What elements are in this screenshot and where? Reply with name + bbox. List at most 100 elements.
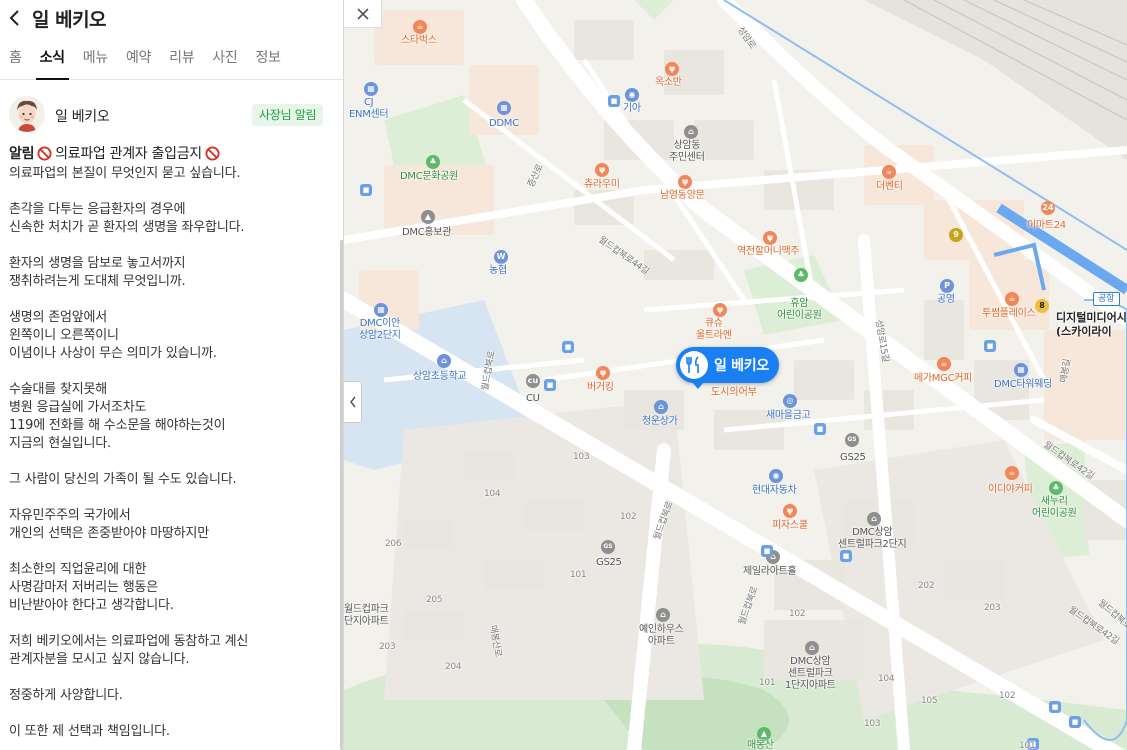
poi-label[interactable]: 상암동 주민센터 [669,140,705,164]
close-panel-button[interactable] [344,0,382,28]
car-pin-icon[interactable]: ◉ [625,88,639,102]
poi-label[interactable]: DMC이안 상암2단지 [359,318,401,342]
poi-label[interactable]: 청운상가 [642,416,678,428]
school-pin-icon[interactable]: ⌂ [437,354,451,368]
poi-label[interactable]: 남영동양문 [660,190,705,202]
poi-label[interactable]: 츄라우미 [584,179,620,191]
poi-label[interactable]: DMC홍보관 [402,227,451,239]
bus-stop-icon[interactable]: ■ [360,184,372,196]
poi-label[interactable]: 이디야커피 [988,484,1033,496]
building-pin-icon[interactable]: ⌂ [656,608,670,622]
poi-label[interactable]: 새누리 어린이공원 [1032,496,1077,520]
bus-stop-icon[interactable]: ■ [761,545,773,557]
subway-line-icon[interactable]: 8 [1035,299,1049,313]
poi-label[interactable]: 버거킹 [587,382,614,394]
poi-label[interactable]: DMC상암 센트럴파크2단지 [838,527,907,551]
car-pin-icon[interactable]: ◉ [769,469,783,483]
bar-pin-icon[interactable]: ψ [763,231,777,245]
shop-pin-icon[interactable]: ⌂ [654,400,668,414]
tab-photos[interactable]: 사진 [203,38,246,80]
parking-pin-icon[interactable]: P [940,279,954,293]
bank-pin-icon[interactable]: W [494,250,508,264]
convenience-pin-icon[interactable]: cu [526,374,540,388]
post-author-name[interactable]: 일 베키오 [55,106,110,126]
cafe-pin-icon[interactable]: ☕ [937,357,951,371]
convenience-pin-icon[interactable]: GS [601,540,615,554]
bus-stop-icon[interactable]: ■ [1049,701,1061,713]
poi-label[interactable]: 상암초등학교 [413,371,467,383]
cafe-pin-icon[interactable]: ☕ [413,20,427,34]
collapse-panel-button[interactable] [344,381,362,423]
bus-stop-icon[interactable]: ■ [608,95,620,107]
park-pin-icon[interactable]: ♣ [794,268,808,282]
poi-label[interactable]: 더벤티 [876,181,903,193]
poi-label[interactable]: 옥소반 [655,77,682,89]
mountain-pin-icon[interactable]: ▲ [757,727,771,741]
restaurant-pin-icon[interactable]: ψ [783,504,797,518]
poi-label[interactable]: 피자스쿨 [772,520,808,532]
tab-home[interactable]: 홈 [0,38,31,80]
poi-label[interactable]: 큐슈 울트라멘 [696,318,732,342]
selected-place-marker[interactable]: 일 베키오 [676,347,779,389]
poi-label[interactable]: DMC타워웨딩 [994,379,1052,391]
restaurant-pin-icon[interactable]: ψ [596,366,610,380]
tab-news[interactable]: 소식 [31,38,74,80]
poi-label[interactable]: DDMC [489,118,519,130]
poi-label[interactable]: 제일라아트홀 [743,566,797,578]
cafe-pin-icon[interactable]: ☕ [1005,466,1019,480]
park-pin-icon[interactable]: ♣ [426,155,440,169]
restaurant-pin-icon[interactable]: ψ [595,163,609,177]
bus-stop-icon[interactable]: ■ [814,423,826,435]
poi-label[interactable]: 메가MGC커피 [914,373,972,385]
poi-label[interactable]: DMC문화공원 [400,171,458,183]
avatar[interactable] [9,96,45,132]
poi-label[interactable]: 매봉산 [747,740,774,750]
bus-stop-icon[interactable]: ■ [544,379,556,391]
tab-info[interactable]: 정보 [246,38,289,80]
bus-stop-icon[interactable]: ■ [984,340,996,352]
convenience-pin-icon[interactable]: GS [845,433,859,447]
building-pin-icon[interactable]: ▦ [1014,363,1028,377]
marker-sub-label[interactable]: 도시의어부 [711,383,757,398]
cafe-pin-icon[interactable]: ☕ [1005,292,1019,306]
bus-stop-icon[interactable]: ■ [840,550,852,562]
poi-label[interactable]: 새마을금고 [766,410,811,422]
poi-label[interactable]: GS25 [596,557,622,569]
restaurant-pin-icon[interactable]: ψ [713,303,727,317]
tab-reviews[interactable]: 리뷰 [160,38,203,80]
poi-label[interactable]: 스타벅스 [401,35,437,47]
poi-label[interactable]: 월드컵파크 단지아파트 [344,604,389,628]
poi-label[interactable]: 휴암 어린이공원 [777,298,822,322]
building-pin-icon[interactable]: ⌂ [684,125,698,139]
cafe-pin-icon[interactable]: ☕ [882,165,896,179]
subway-line-icon[interactable]: 9 [949,228,963,242]
bank-pin-icon[interactable]: ◎ [783,394,797,408]
poi-label[interactable]: CJ ENM센터 [349,97,389,121]
bus-stop-icon[interactable]: ■ [562,341,574,353]
poi-label[interactable]: 투썸플레이스 [982,308,1036,320]
poi-label[interactable]: 예인하우스 아파트 [639,624,684,648]
convenience-pin-icon[interactable]: 24 [1041,201,1055,215]
building-pin-icon[interactable]: ▦ [374,303,388,317]
station-label[interactable]: 디지털미디어시 (스카이라이 [1056,311,1127,339]
building-pin-icon[interactable]: ⌂ [805,641,819,655]
tab-menu[interactable]: 메뉴 [74,38,117,80]
back-button[interactable] [0,3,30,33]
poi-label[interactable]: 현대자동차 [752,485,797,497]
restaurant-pin-icon[interactable]: ψ [665,62,679,76]
building-pin-icon[interactable]: ▦ [497,101,511,115]
park-pin-icon[interactable]: ♣ [1049,481,1063,495]
building-pin-icon[interactable]: ▦ [364,82,378,96]
poi-label[interactable]: CU [526,393,540,405]
poi-label[interactable]: 이마트24 [1027,220,1066,232]
bus-stop-icon[interactable]: ■ [1069,716,1081,728]
building-pin-icon[interactable]: ▲ [421,210,435,224]
restaurant-pin-icon[interactable]: ψ [678,175,692,189]
poi-label[interactable]: 공영 [937,294,955,306]
poi-label[interactable]: 농협 [489,265,507,277]
poi-label[interactable]: 역전할머니맥주 [737,246,800,258]
poi-label[interactable]: GS25 [840,452,866,464]
tab-reservation[interactable]: 예약 [117,38,160,80]
poi-label[interactable]: 기아 [623,103,641,115]
building-pin-icon[interactable]: ⌂ [867,512,881,526]
